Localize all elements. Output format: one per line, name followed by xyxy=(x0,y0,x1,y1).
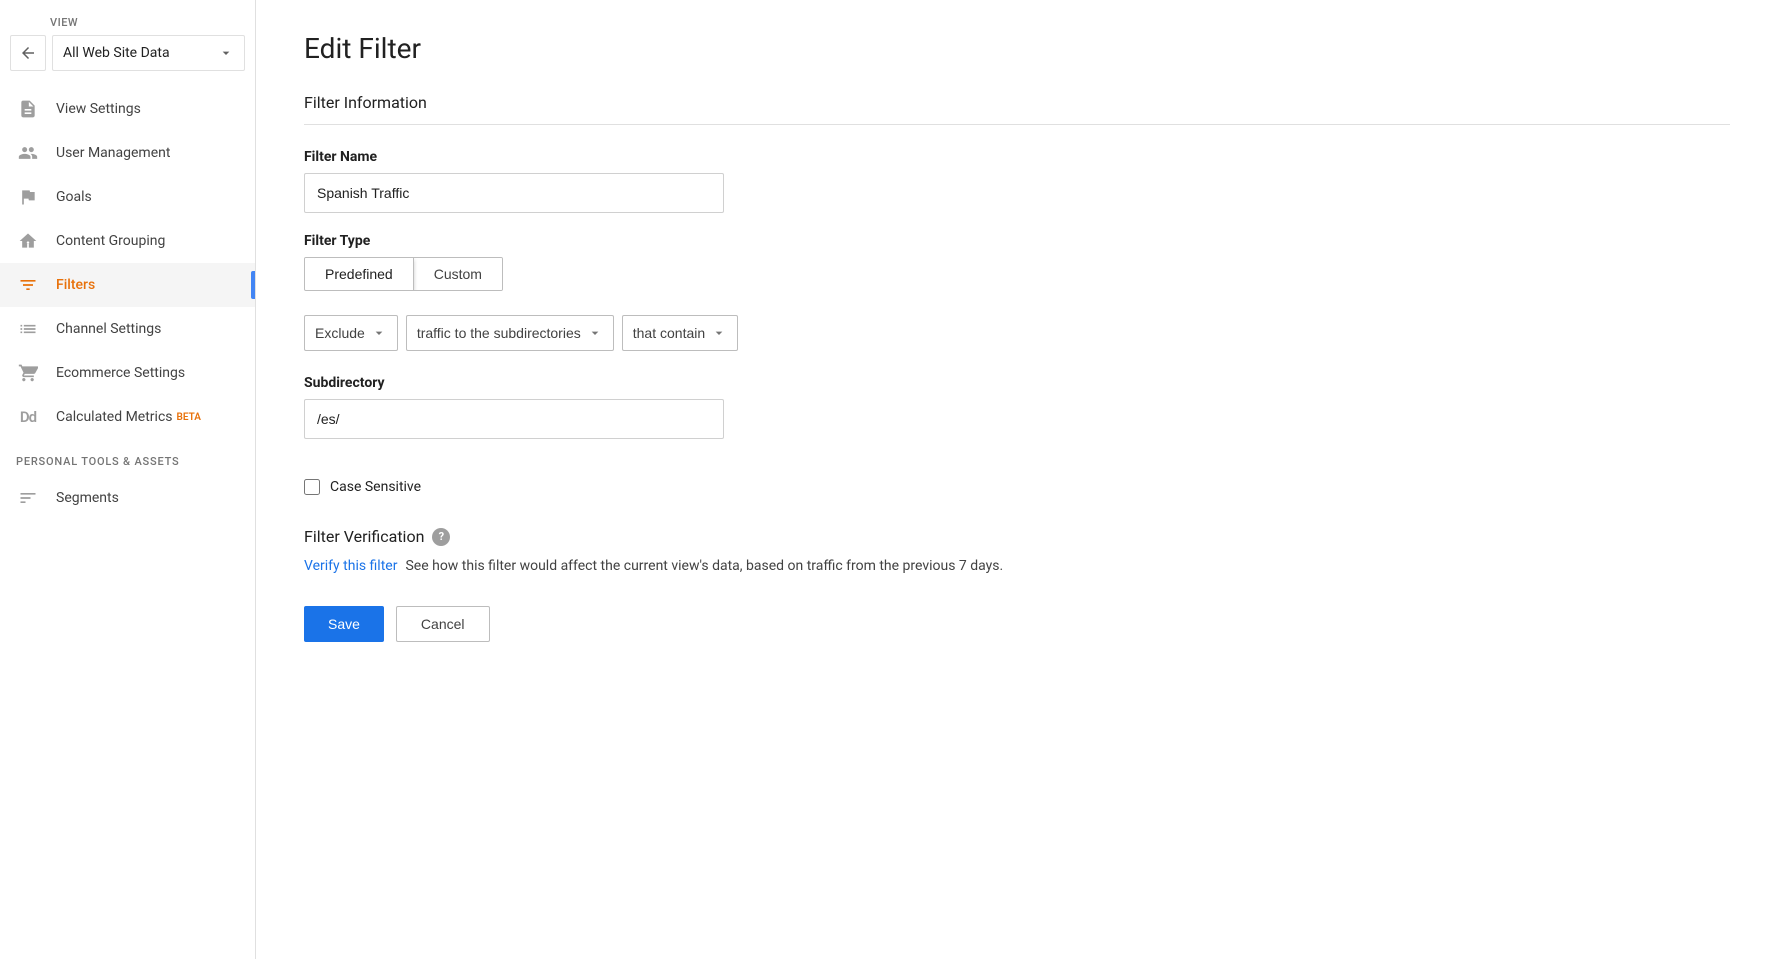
exclude-dropdown[interactable]: Exclude xyxy=(304,315,398,351)
nav-label-ecommerce-settings: Ecommerce Settings xyxy=(56,365,185,381)
traffic-dropdown[interactable]: traffic to the subdirectories xyxy=(406,315,614,351)
filter-name-input[interactable] xyxy=(304,173,724,213)
verification-title-text: Filter Verification xyxy=(304,527,424,546)
nav-channel-settings[interactable]: Channel Settings xyxy=(0,307,255,351)
flag-icon xyxy=(16,185,40,209)
cancel-button[interactable]: Cancel xyxy=(396,606,490,642)
channel-icon xyxy=(16,317,40,341)
help-icon[interactable]: ? xyxy=(432,528,450,546)
filter-options-row: Exclude traffic to the subdirectories th… xyxy=(304,315,1730,351)
case-sensitive-checkbox[interactable] xyxy=(304,479,320,495)
button-row: Save Cancel xyxy=(304,606,1730,642)
nav-user-management[interactable]: User Management xyxy=(0,131,255,175)
filter-type-section: Filter Type Predefined Custom xyxy=(304,233,1730,291)
nav-calculated-metrics[interactable]: Dd Calculated Metrics BETA xyxy=(0,395,255,439)
nav-label-content-grouping: Content Grouping xyxy=(56,233,165,249)
verify-description: See how this filter would affect the cur… xyxy=(405,558,1003,574)
filter-type-toggle: Predefined Custom xyxy=(304,257,503,291)
custom-toggle-btn[interactable]: Custom xyxy=(414,258,502,290)
nav-segments[interactable]: Segments xyxy=(0,476,255,520)
nav-label-view-settings: View Settings xyxy=(56,101,141,117)
page-title: Edit Filter xyxy=(304,32,1730,65)
beta-badge: BETA xyxy=(177,412,201,423)
verification-title: Filter Verification ? xyxy=(304,527,1730,546)
nav-item-channel-settings[interactable]: Channel Settings xyxy=(0,307,255,351)
save-button[interactable]: Save xyxy=(304,606,384,642)
nav-goals[interactable]: Goals xyxy=(0,175,255,219)
nav-content-grouping[interactable]: Content Grouping xyxy=(0,219,255,263)
that-contain-label: that contain xyxy=(633,325,705,341)
nav-label-user-management: User Management xyxy=(56,145,170,161)
nav-item-calculated-metrics[interactable]: Dd Calculated Metrics BETA xyxy=(0,395,255,439)
dd-icon: Dd xyxy=(16,405,40,429)
exclude-label: Exclude xyxy=(315,325,365,341)
hierarchy-icon xyxy=(16,229,40,253)
nav-ecommerce-settings[interactable]: Ecommerce Settings xyxy=(0,351,255,395)
view-selector-row: All Web Site Data xyxy=(10,35,245,71)
nav-item-ecommerce-settings[interactable]: Ecommerce Settings xyxy=(0,351,255,395)
nav-label-calculated-metrics: Calculated Metrics xyxy=(56,409,173,425)
nav-label-filters: Filters xyxy=(56,277,95,293)
nav-filters[interactable]: Filters xyxy=(0,263,255,307)
that-contain-dropdown[interactable]: that contain xyxy=(622,315,738,351)
filter-type-label: Filter Type xyxy=(304,233,1730,249)
users-icon xyxy=(16,141,40,165)
filter-info-title: Filter Information xyxy=(304,93,1730,125)
subdirectory-section: Subdirectory xyxy=(304,375,1730,459)
back-button[interactable] xyxy=(10,35,46,71)
view-dropdown[interactable]: All Web Site Data xyxy=(52,35,245,71)
case-sensitive-label: Case Sensitive xyxy=(330,479,421,495)
subdirectory-label: Subdirectory xyxy=(304,375,1730,391)
cart-icon xyxy=(16,361,40,385)
sidebar: VIEW All Web Site Data View Settings Use… xyxy=(0,0,256,959)
nav-view-settings[interactable]: View Settings xyxy=(0,87,255,131)
nav-item-filters[interactable]: Filters xyxy=(0,263,255,307)
view-dropdown-label: All Web Site Data xyxy=(63,45,170,61)
subdirectory-input[interactable] xyxy=(304,399,724,439)
verify-filter-link[interactable]: Verify this filter xyxy=(304,558,397,574)
nav-label-segments: Segments xyxy=(56,490,119,506)
case-sensitive-row: Case Sensitive xyxy=(304,479,1730,495)
predefined-toggle-btn[interactable]: Predefined xyxy=(305,258,414,290)
nav-label-channel-settings: Channel Settings xyxy=(56,321,161,337)
traffic-label: traffic to the subdirectories xyxy=(417,325,581,341)
verification-text: Verify this filter See how this filter w… xyxy=(304,558,1730,574)
nav-item-content-grouping[interactable]: Content Grouping xyxy=(0,219,255,263)
nav-label-goals: Goals xyxy=(56,189,92,205)
nav-item-view-settings[interactable]: View Settings xyxy=(0,87,255,131)
document-icon xyxy=(16,97,40,121)
filter-icon xyxy=(16,273,40,297)
nav-item-goals[interactable]: Goals xyxy=(0,175,255,219)
personal-tools-label: PERSONAL TOOLS & ASSETS xyxy=(0,439,255,476)
main-content: Edit Filter Filter Information Filter Na… xyxy=(256,0,1778,959)
segments-icon xyxy=(16,486,40,510)
nav-item-user-management[interactable]: User Management xyxy=(0,131,255,175)
nav-item-segments[interactable]: Segments xyxy=(0,476,255,520)
filter-name-label: Filter Name xyxy=(304,149,1730,165)
view-label: VIEW xyxy=(0,16,255,35)
filter-verification-section: Filter Verification ? Verify this filter… xyxy=(304,527,1730,574)
